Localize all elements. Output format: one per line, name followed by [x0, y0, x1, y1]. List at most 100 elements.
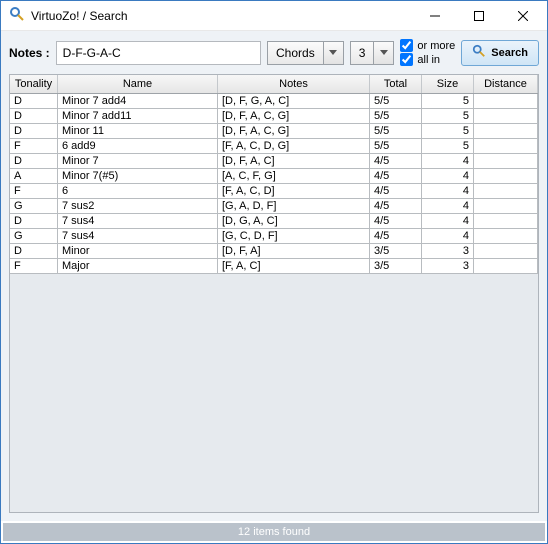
- cell-name: Minor 7(#5): [58, 169, 218, 183]
- count-select[interactable]: 3: [350, 41, 395, 65]
- table-row[interactable]: F6 add9[F, A, C, D, G]5/55: [10, 139, 538, 154]
- search-button[interactable]: Search: [461, 40, 539, 66]
- table-row[interactable]: FMajor[F, A, C]3/53: [10, 259, 538, 274]
- cell-total: 4/5: [370, 229, 422, 243]
- cell-notes: [D, F, A, C]: [218, 154, 370, 168]
- cell-distance: [474, 109, 538, 123]
- cell-size: 5: [422, 139, 474, 153]
- cell-notes: [D, F, A, C, G]: [218, 109, 370, 123]
- table-row[interactable]: DMinor 7 add11[D, F, A, C, G]5/55: [10, 109, 538, 124]
- cell-size: 5: [422, 109, 474, 123]
- col-name[interactable]: Name: [58, 75, 218, 93]
- col-size[interactable]: Size: [422, 75, 474, 93]
- table-row[interactable]: DMinor[D, F, A]3/53: [10, 244, 538, 259]
- cell-notes: [A, C, F, G]: [218, 169, 370, 183]
- mode-select[interactable]: Chords: [267, 41, 344, 65]
- table-row[interactable]: DMinor 7[D, F, A, C]4/54: [10, 154, 538, 169]
- cell-notes: [F, A, C, D, G]: [218, 139, 370, 153]
- cell-size: 4: [422, 229, 474, 243]
- cell-notes: [F, A, C]: [218, 259, 370, 273]
- cell-name: Minor 7 add11: [58, 109, 218, 123]
- col-total[interactable]: Total: [370, 75, 422, 93]
- cell-name: Minor: [58, 244, 218, 258]
- cell-total: 4/5: [370, 199, 422, 213]
- cell-tonality: G: [10, 229, 58, 243]
- search-button-label: Search: [491, 47, 528, 59]
- cell-notes: [D, F, A]: [218, 244, 370, 258]
- cell-total: 4/5: [370, 154, 422, 168]
- cell-total: 5/5: [370, 109, 422, 123]
- chevron-down-icon[interactable]: [324, 41, 344, 65]
- cell-size: 4: [422, 154, 474, 168]
- cell-total: 4/5: [370, 184, 422, 198]
- cell-distance: [474, 244, 538, 258]
- col-tonality[interactable]: Tonality: [10, 75, 58, 93]
- cell-distance: [474, 214, 538, 228]
- table-row[interactable]: D7 sus4[D, G, A, C]4/54: [10, 214, 538, 229]
- cell-total: 5/5: [370, 124, 422, 138]
- mode-value: Chords: [267, 41, 324, 65]
- all-in-checkbox[interactable]: [400, 53, 413, 66]
- table-row[interactable]: AMinor 7(#5)[A, C, F, G]4/54: [10, 169, 538, 184]
- col-notes[interactable]: Notes: [218, 75, 370, 93]
- table-row[interactable]: G7 sus2[G, A, D, F]4/54: [10, 199, 538, 214]
- or-more-check[interactable]: or more: [400, 39, 455, 52]
- cell-distance: [474, 184, 538, 198]
- cell-total: 3/5: [370, 259, 422, 273]
- search-bar: Notes : Chords 3 or more all in Search: [9, 39, 539, 66]
- maximize-button[interactable]: [457, 2, 501, 30]
- cell-tonality: F: [10, 184, 58, 198]
- table-row[interactable]: DMinor 11[D, F, A, C, G]5/55: [10, 124, 538, 139]
- chevron-down-icon[interactable]: [374, 41, 394, 65]
- cell-name: Minor 11: [58, 124, 218, 138]
- cell-notes: [G, A, D, F]: [218, 199, 370, 213]
- cell-size: 5: [422, 124, 474, 138]
- cell-name: 7 sus4: [58, 229, 218, 243]
- notes-input[interactable]: [56, 41, 261, 65]
- cell-tonality: A: [10, 169, 58, 183]
- notes-label: Notes :: [9, 46, 50, 60]
- table-row[interactable]: DMinor 7 add4[D, F, G, A, C]5/55: [10, 94, 538, 109]
- cell-tonality: D: [10, 94, 58, 108]
- cell-distance: [474, 259, 538, 273]
- cell-total: 4/5: [370, 214, 422, 228]
- cell-notes: [D, F, G, A, C]: [218, 94, 370, 108]
- cell-name: 6 add9: [58, 139, 218, 153]
- content-area: Notes : Chords 3 or more all in Search T…: [1, 31, 547, 521]
- table-row[interactable]: G7 sus4[G, C, D, F]4/54: [10, 229, 538, 244]
- minimize-button[interactable]: [413, 2, 457, 30]
- filter-checks: or more all in: [400, 39, 455, 66]
- app-icon: [9, 6, 25, 25]
- cell-size: 3: [422, 259, 474, 273]
- cell-tonality: F: [10, 259, 58, 273]
- cell-notes: [F, A, C, D]: [218, 184, 370, 198]
- all-in-check[interactable]: all in: [400, 53, 455, 66]
- cell-distance: [474, 154, 538, 168]
- cell-distance: [474, 169, 538, 183]
- cell-notes: [G, C, D, F]: [218, 229, 370, 243]
- cell-name: Minor 7: [58, 154, 218, 168]
- close-button[interactable]: [501, 2, 545, 30]
- cell-total: 5/5: [370, 139, 422, 153]
- cell-total: 5/5: [370, 94, 422, 108]
- table-header: Tonality Name Notes Total Size Distance: [10, 75, 538, 94]
- cell-name: 6: [58, 184, 218, 198]
- cell-distance: [474, 199, 538, 213]
- cell-size: 4: [422, 184, 474, 198]
- or-more-checkbox[interactable]: [400, 39, 413, 52]
- cell-size: 3: [422, 244, 474, 258]
- cell-tonality: D: [10, 124, 58, 138]
- table-row[interactable]: F6[F, A, C, D]4/54: [10, 184, 538, 199]
- cell-size: 4: [422, 199, 474, 213]
- cell-size: 4: [422, 169, 474, 183]
- cell-tonality: D: [10, 244, 58, 258]
- cell-name: Major: [58, 259, 218, 273]
- cell-name: 7 sus2: [58, 199, 218, 213]
- cell-distance: [474, 124, 538, 138]
- cell-total: 3/5: [370, 244, 422, 258]
- cell-tonality: G: [10, 199, 58, 213]
- window-title: VirtuoZo! / Search: [31, 9, 413, 23]
- cell-tonality: D: [10, 214, 58, 228]
- col-distance[interactable]: Distance: [474, 75, 538, 93]
- cell-name: 7 sus4: [58, 214, 218, 228]
